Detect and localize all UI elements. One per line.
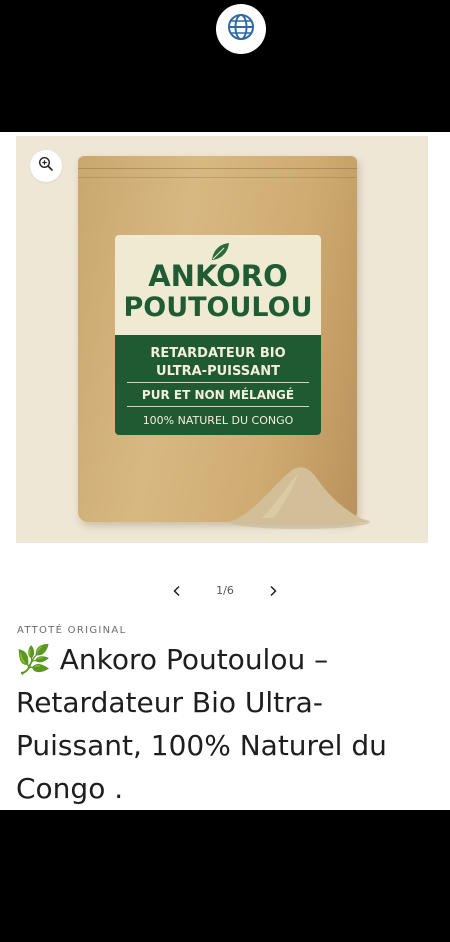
top-bar	[0, 0, 450, 132]
pouch-label: ANKORO POUTOULOU RETARDATEUR BIO ULTRA-P…	[115, 235, 321, 435]
zoom-button[interactable]	[30, 150, 62, 182]
product-image[interactable]: ANKORO POUTOULOU RETARDATEUR BIO ULTRA-P…	[16, 136, 428, 543]
brand-line-1: ANKORO	[148, 259, 288, 293]
chevron-right-icon	[267, 582, 279, 601]
next-image-button[interactable]	[261, 579, 285, 603]
image-pager: 1/6	[0, 576, 450, 606]
pouch-seal	[78, 168, 357, 178]
chevron-left-icon	[171, 582, 183, 601]
pouch-divider	[127, 382, 309, 383]
zoom-in-icon	[38, 156, 54, 176]
pouch-line-4: 100% NATUREL DU CONGO	[142, 414, 294, 427]
product-title: 🌿 Ankoro Poutoulou – Retardateur Bio Ult…	[16, 643, 387, 805]
pouch-green-band: RETARDATEUR BIO ULTRA-PUISSANT PUR ET NO…	[115, 335, 321, 435]
image-counter: 1/6	[216, 584, 234, 597]
pouch-divider	[127, 406, 309, 407]
pouch-line-2: ULTRA-PUISSANT	[156, 364, 280, 379]
globe-icon	[226, 12, 256, 46]
powder-pile	[222, 458, 372, 530]
bottom-bar	[0, 810, 450, 942]
language-button[interactable]	[216, 4, 266, 54]
vendor-name: ATTOTÉ ORIGINAL	[17, 625, 127, 636]
previous-image-button[interactable]	[165, 579, 189, 603]
product-page: ANKORO POUTOULOU RETARDATEUR BIO ULTRA-P…	[0, 132, 450, 810]
pouch-line-1: RETARDATEUR BIO	[150, 346, 286, 361]
pouch-line-3: PUR ET NON MÉLANGÉ	[141, 388, 295, 402]
brand-line-2: POUTOULOU	[123, 292, 313, 323]
pouch-brand: ANKORO POUTOULOU	[115, 259, 321, 324]
